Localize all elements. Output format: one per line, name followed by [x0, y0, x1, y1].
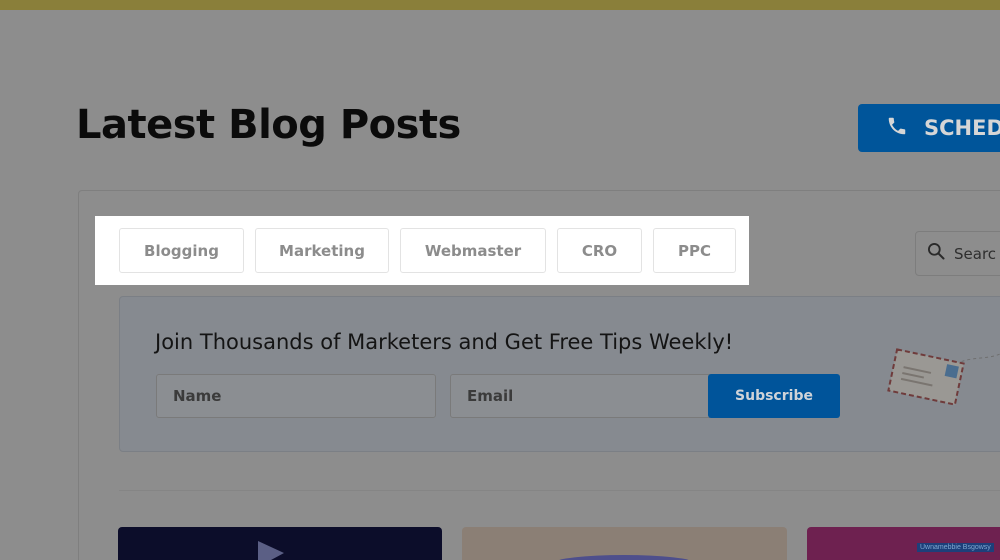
schedule-button-label: SCHED [924, 116, 1000, 140]
post-thumbnail-caption: Uwnamebbie Bsgowsy [917, 543, 994, 552]
email-field[interactable]: Email [450, 374, 712, 418]
airmail-envelope-icon [886, 342, 1000, 412]
category-chip-ppc[interactable]: PPC [653, 228, 736, 273]
top-accent-bar [0, 0, 1000, 10]
category-filter-bar: Blogging Marketing Webmaster CRO PPC [95, 216, 749, 285]
page-title: Latest Blog Posts [76, 102, 461, 148]
schedule-button[interactable]: SCHED [858, 104, 1000, 152]
search-input[interactable]: Searc [915, 231, 1000, 276]
name-field[interactable]: Name [156, 374, 436, 418]
category-chip-marketing[interactable]: Marketing [255, 228, 389, 273]
post-thumbnail[interactable]: Uwnamebbie Bsgowsy [807, 527, 1000, 560]
search-icon [926, 241, 946, 266]
category-chip-webmaster[interactable]: Webmaster [400, 228, 546, 273]
phone-icon [886, 115, 908, 142]
category-chip-blogging[interactable]: Blogging [119, 228, 244, 273]
post-thumbnail[interactable] [118, 527, 442, 560]
subscribe-button[interactable]: Subscribe [708, 374, 840, 418]
post-thumbnail[interactable] [462, 527, 787, 560]
category-chip-cro[interactable]: CRO [557, 228, 642, 273]
search-placeholder: Searc [954, 244, 997, 263]
section-divider [119, 490, 1000, 491]
newsletter-heading: Join Thousands of Marketers and Get Free… [155, 330, 734, 354]
